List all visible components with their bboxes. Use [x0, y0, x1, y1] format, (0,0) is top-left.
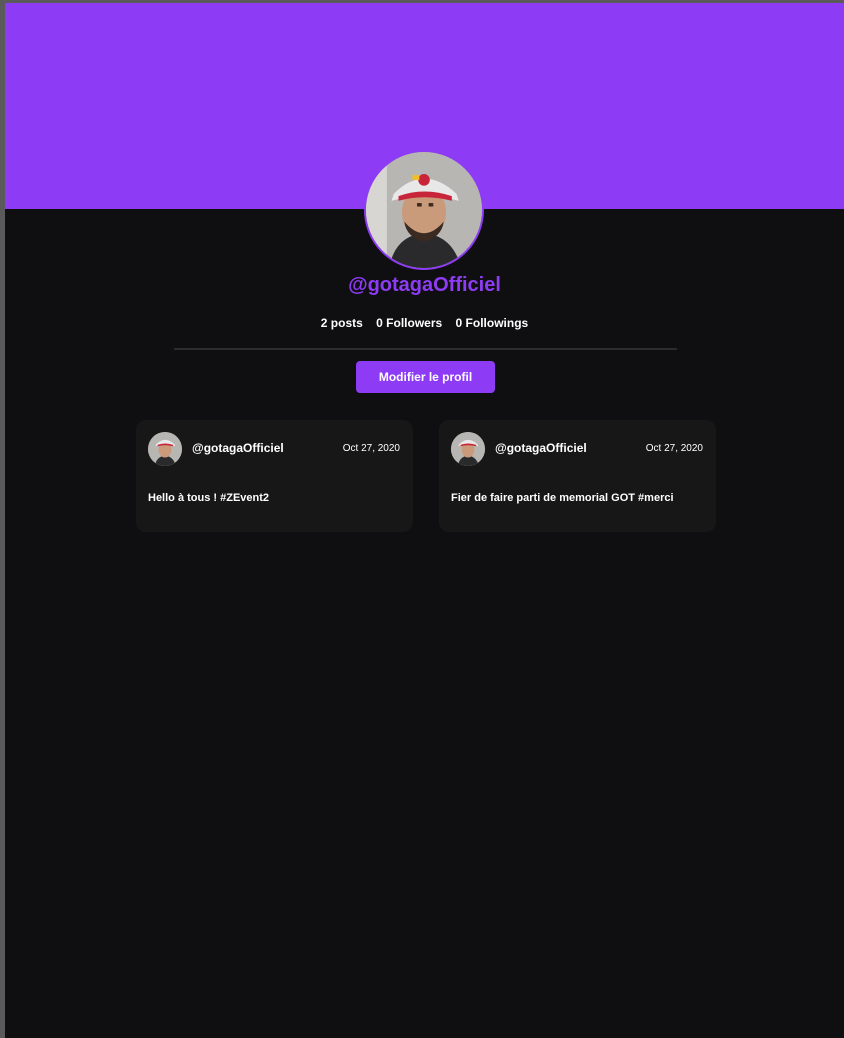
post-card[interactable]: @gotagaOfficiel Oct 27, 2020 Hello à tou…	[136, 420, 413, 532]
profile-username: @gotagaOfficiel	[348, 274, 501, 296]
post-text: Hello à tous ! #ZEvent2	[148, 492, 270, 504]
post-card[interactable]: @gotagaOfficiel Oct 27, 2020 Fier de fai…	[439, 420, 716, 532]
posts-count: 2 posts	[320, 316, 363, 330]
post-author-avatar[interactable]	[451, 432, 485, 466]
profile-avatar[interactable]	[364, 150, 484, 270]
profile-stats: 2 posts 0 Followers 0 Followings	[5, 316, 844, 330]
followings-count[interactable]: 0 Followings	[456, 316, 529, 330]
post-author[interactable]: @gotagaOfficiel	[495, 441, 587, 455]
user-avatar-photo-icon	[148, 432, 182, 466]
post-text: Fier de faire parti de memorial GOT #mer…	[451, 492, 674, 504]
profile-page: @gotagaOfficiel 2 posts 0 Followers 0 Fo…	[5, 3, 844, 1038]
post-author-avatar[interactable]	[148, 432, 182, 466]
post-date: Oct 27, 2020	[342, 443, 400, 454]
user-avatar-photo-icon	[451, 432, 485, 466]
user-avatar-photo-icon	[366, 152, 482, 268]
post-date: Oct 27, 2020	[645, 443, 703, 454]
divider	[174, 348, 677, 350]
post-author[interactable]: @gotagaOfficiel	[192, 441, 284, 455]
followers-count[interactable]: 0 Followers	[376, 316, 442, 330]
edit-profile-button[interactable]: Modifier le profil	[356, 361, 495, 393]
